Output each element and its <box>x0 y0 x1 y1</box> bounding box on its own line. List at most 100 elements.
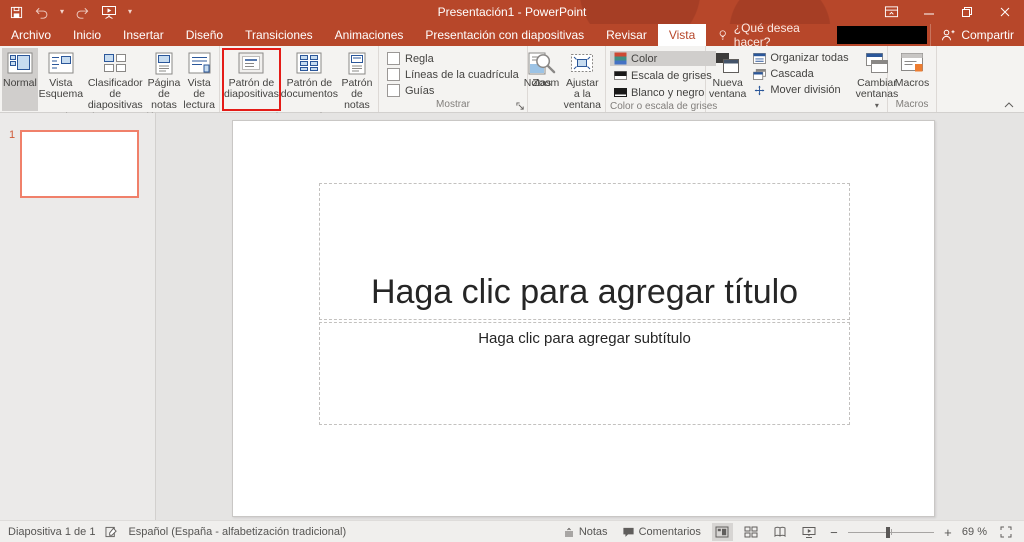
zoom-out-button[interactable]: − <box>828 525 840 540</box>
tab-presentacion-con-diapositivas[interactable]: Presentación con diapositivas <box>414 24 595 46</box>
redo-button[interactable] <box>75 5 90 19</box>
notes-toggle-button[interactable]: Notas <box>560 525 611 539</box>
status-reading-view-icon <box>774 526 786 538</box>
zoom-slider-thumb[interactable] <box>885 527 890 538</box>
cascade-icon <box>753 68 767 80</box>
reading-view-icon <box>188 52 211 74</box>
color-option-button[interactable]: Color <box>610 51 716 66</box>
title-placeholder[interactable]: Haga clic para agregar título <box>319 183 850 320</box>
proofing-status-icon[interactable] <box>105 526 118 538</box>
gridlines-checkbox-box <box>387 68 400 81</box>
start-slideshow-button[interactable] <box>101 5 117 20</box>
tell-me-box[interactable]: ¿Qué desea hacer? <box>706 21 837 49</box>
status-slide-sorter-button[interactable] <box>741 523 762 541</box>
minimize-button[interactable] <box>910 0 948 24</box>
slide-editing-area[interactable]: Haga clic para agregar título Haga clic … <box>232 120 935 517</box>
group-label-color-escala: Color o escala de grises <box>610 101 718 112</box>
reading-view-label: Vista de lectura <box>183 77 215 111</box>
handout-master-label: Patrón de documentos <box>280 77 338 100</box>
window-options-column: Organizar todas Cascada Mover división <box>747 48 854 111</box>
restore-icon <box>962 7 972 17</box>
comments-button[interactable]: Comentarios <box>619 525 704 539</box>
zoom-level[interactable]: 69 % <box>962 526 987 538</box>
macros-button[interactable]: Macros <box>890 48 934 98</box>
workspace: 1 Haga clic para agregar título Haga cli… <box>0 113 1024 520</box>
black-white-option-button[interactable]: Blanco y negro <box>610 85 716 100</box>
notes-page-label: Página de notas <box>147 77 181 111</box>
fit-to-window-label: Ajustar a la ventana <box>563 77 601 111</box>
undo-button[interactable] <box>34 5 49 19</box>
normal-view-button[interactable]: Normal <box>2 48 38 111</box>
collapse-ribbon-button[interactable] <box>1004 102 1014 108</box>
collapse-ribbon-icon <box>1004 102 1014 108</box>
move-split-icon <box>755 85 765 95</box>
close-button[interactable] <box>986 0 1024 24</box>
move-split-button[interactable]: Mover división <box>749 83 852 97</box>
ribbon-display-options-button[interactable] <box>872 0 910 24</box>
language-status[interactable]: Español (España - alfabetización tradici… <box>128 526 346 538</box>
zoom-button[interactable]: Zoom <box>530 48 562 111</box>
start-slideshow-icon <box>102 5 117 19</box>
switch-windows-icon <box>866 53 889 73</box>
grayscale-option-label: Escala de grises <box>631 69 712 82</box>
status-slideshow-button[interactable] <box>799 523 820 541</box>
ruler-checkbox[interactable]: Regla <box>387 52 519 65</box>
share-button[interactable]: Compartir <box>930 24 1024 46</box>
subtitle-placeholder[interactable]: Haga clic para agregar subtítulo <box>319 322 850 425</box>
slide-thumbnail-panel[interactable]: 1 <box>0 113 156 520</box>
group-label-macros: Macros <box>895 99 929 110</box>
zoom-slider[interactable] <box>847 525 934 539</box>
outline-view-button[interactable]: Vista Esquema <box>38 48 84 111</box>
notes-page-button[interactable]: Página de notas <box>147 48 182 111</box>
status-normal-view-button[interactable] <box>711 523 733 541</box>
tab-revisar[interactable]: Revisar <box>595 24 658 46</box>
customize-qat-icon[interactable]: ▾ <box>128 8 132 16</box>
reading-view-button[interactable]: Vista de lectura <box>181 48 217 111</box>
notes-master-button[interactable]: Patrón de notas <box>338 48 376 111</box>
black-white-option-label: Blanco y negro <box>631 86 705 99</box>
tab-inicio[interactable]: Inicio <box>62 24 112 46</box>
undo-dropdown-icon[interactable]: ▾ <box>60 8 64 16</box>
tab-archivo[interactable]: Archivo <box>0 24 62 46</box>
status-reading-view-button[interactable] <box>770 523 791 541</box>
gridlines-checkbox[interactable]: Líneas de la cuadrícula <box>387 68 519 81</box>
restore-button[interactable] <box>948 0 986 24</box>
tab-diseno[interactable]: Diseño <box>175 24 234 46</box>
redo-icon <box>76 7 89 19</box>
slide-counter[interactable]: Diapositiva 1 de 1 <box>8 526 95 538</box>
zoom-in-button[interactable]: + <box>942 525 954 540</box>
slide-master-button[interactable]: Patrón de diapositivas <box>222 48 281 111</box>
group-label-mostrar: Mostrar <box>436 99 470 110</box>
show-dialog-launcher[interactable] <box>516 102 525 111</box>
save-button[interactable] <box>10 6 23 19</box>
show-checkbox-column: Regla Líneas de la cuadrícula Guías <box>381 48 523 98</box>
slide-thumbnail[interactable] <box>20 130 139 198</box>
guides-checkbox[interactable]: Guías <box>387 84 519 97</box>
fit-to-window-button[interactable]: Ajustar a la ventana <box>562 48 603 111</box>
lightbulb-icon <box>719 30 727 40</box>
notes-master-icon <box>348 52 366 74</box>
slide-sorter-button[interactable]: Clasificador de diapositivas <box>84 48 147 111</box>
tab-transiciones[interactable]: Transiciones <box>234 24 324 46</box>
guides-checkbox-label: Guías <box>405 84 435 97</box>
tab-animaciones[interactable]: Animaciones <box>324 24 415 46</box>
group-ventana: Nueva ventana Organizar todas Cascada Mo… <box>706 46 898 123</box>
group-mostrar: Regla Líneas de la cuadrícula Guías Nota… <box>379 46 551 112</box>
cascade-button[interactable]: Cascada <box>749 67 852 81</box>
ribbon-tabs: Archivo Inicio Insertar Diseño Transicio… <box>0 21 1024 49</box>
new-window-icon <box>716 52 740 73</box>
tab-vista[interactable]: Vista <box>657 24 707 46</box>
group-vistas-patron: Patrón de diapositivas Patrón de documen… <box>220 46 379 123</box>
status-right: Notas Comentarios − + 69 % <box>560 523 1024 541</box>
fit-slide-to-window-button[interactable] <box>995 523 1016 541</box>
cascade-label: Cascada <box>770 68 814 80</box>
tab-insertar[interactable]: Insertar <box>112 24 175 46</box>
arrange-all-button[interactable]: Organizar todas <box>749 51 852 65</box>
notes-toggle-label: Notas <box>578 526 608 538</box>
status-slide-sorter-icon <box>744 526 758 538</box>
new-window-button[interactable]: Nueva ventana <box>708 48 747 111</box>
handout-master-button[interactable]: Patrón de documentos <box>281 48 338 111</box>
grayscale-option-button[interactable]: Escala de grises <box>610 68 716 83</box>
zoom-slider-midpoint <box>890 529 892 535</box>
gridlines-checkbox-label: Líneas de la cuadrícula <box>405 68 519 81</box>
